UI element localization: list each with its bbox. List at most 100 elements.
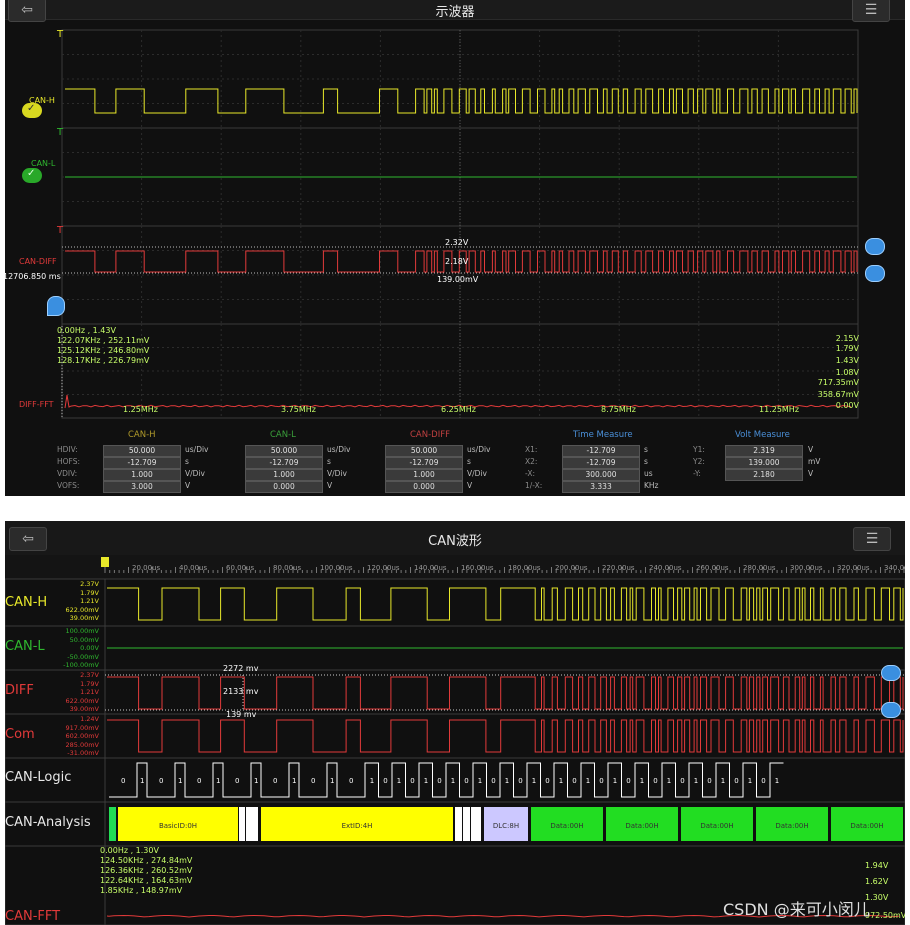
logic-bit-label: 0	[653, 777, 657, 785]
can-h-channel-handle[interactable]: ✓	[22, 103, 42, 118]
time-tick-label: 160.00us	[461, 564, 494, 572]
param-row-label: HDIV:	[57, 445, 78, 454]
logic-bit-label: 0	[545, 777, 549, 785]
analysis-field-label: Data:00H	[850, 822, 883, 830]
param-unit: V	[467, 481, 473, 490]
diff-y2-readout: 2.18V	[445, 257, 469, 266]
com-waveform	[107, 719, 904, 753]
time-measure-value[interactable]: 300.000	[562, 469, 640, 481]
param-value-field[interactable]: 1.000	[103, 469, 181, 481]
row-name-can-analysis: CAN-Analysis	[5, 815, 91, 830]
param-unit: us/Div	[467, 445, 491, 454]
fft-x-tick: 8.75MHz	[601, 405, 636, 414]
time-tick-label: 180.00us	[508, 564, 541, 572]
can-diff-channel-label: CAN-DIFF	[19, 257, 57, 266]
logic-bit-label: 1	[254, 777, 258, 785]
logic-bit-label: 1	[424, 777, 428, 785]
time-tick-label: 280.00us	[743, 564, 776, 572]
time-tick-label: 260.00us	[696, 564, 729, 572]
can-h-waveform	[65, 88, 858, 114]
row-frame	[5, 713, 905, 759]
analysis-field-label: DLC:8H	[493, 822, 519, 830]
logic-bit-label: 1	[694, 777, 698, 785]
param-value-field[interactable]: 1.000	[245, 469, 323, 481]
diff-marker-low: 139 mv	[226, 710, 257, 719]
can-waveform-panel: ⇦ CAN波形 ☰ 010101010101010101010101010101…	[5, 521, 905, 925]
logic-bit-label: 0	[410, 777, 414, 785]
time-measure-value[interactable]: -12.709	[562, 445, 640, 457]
param-value-field[interactable]: 3.000	[103, 481, 181, 493]
volt-measure-value[interactable]: 2.319	[725, 445, 803, 457]
param-value-field[interactable]: -12.709	[103, 457, 181, 469]
logic-bit-label: 1	[775, 777, 779, 785]
analysis-field-5	[455, 807, 462, 841]
time-measure-value[interactable]: -12.709	[562, 457, 640, 469]
logic-bit-label: 0	[680, 777, 684, 785]
time-measure-label: -X:	[525, 469, 535, 478]
x-cursor-handle[interactable]	[47, 296, 65, 316]
time-tick-label: 220.00us	[602, 564, 635, 572]
logic-bit-label: 1	[613, 777, 617, 785]
y2-cursor-handle[interactable]	[881, 702, 901, 718]
param-value-field[interactable]: -12.709	[385, 457, 463, 469]
row-name-can-l: CAN-L	[5, 639, 45, 654]
param-value-field[interactable]: 50.000	[385, 445, 463, 457]
volt-measure-unit: V	[808, 469, 814, 478]
analysis-field-label: Data:00H	[775, 822, 808, 830]
fft-y-tick: 1.08V	[835, 368, 859, 377]
param-value-field[interactable]: 0.000	[385, 481, 463, 493]
logic-bit-label: 1	[559, 777, 563, 785]
y1-cursor-handle[interactable]	[865, 238, 885, 255]
time-measure-label: 1/-X:	[525, 481, 543, 490]
time-tick-label: 120.00us	[367, 564, 400, 572]
analysis-field-2	[239, 807, 245, 841]
time-measure-header: Time Measure	[573, 430, 633, 440]
param-unit: V	[185, 481, 191, 490]
analysis-field-7	[471, 807, 481, 841]
param-value-field[interactable]: 50.000	[103, 445, 181, 457]
logic-bit-label: 1	[370, 777, 374, 785]
param-row-label: VDIV:	[57, 469, 78, 478]
param-value-field[interactable]: 0.000	[245, 481, 323, 493]
param-unit: V/Div	[467, 469, 487, 478]
time-measure-value[interactable]: 3.333	[562, 481, 640, 493]
fft-peak-0: 0.00Hz , 1.30V	[100, 846, 159, 855]
logic-bit-label: 0	[761, 777, 765, 785]
fft-peak-3: 122.64KHz , 164.63mV	[100, 876, 193, 885]
logic-bit-label: 0	[121, 777, 125, 785]
row-y-tick: 1.79V	[80, 679, 99, 688]
volt-measure-value[interactable]: 139.000	[725, 457, 803, 469]
check-icon: ✓	[27, 103, 36, 114]
time-measure-unit: us	[644, 469, 653, 478]
row-name-can-fft: CAN-FFT	[5, 909, 61, 924]
y1-cursor-handle[interactable]	[881, 665, 901, 681]
fft-y-tick: 2.15V	[835, 334, 859, 343]
fft-peak-0: 0.00Hz , 1.43V	[57, 326, 116, 335]
param-value-field[interactable]: -12.709	[245, 457, 323, 469]
param-value-field[interactable]: 50.000	[245, 445, 323, 457]
oscilloscope-panel: ⇦ 示波器 ☰ TTT CAN-H CAN-L CAN-DIFF 12706.8…	[5, 0, 905, 496]
param-unit: s	[467, 457, 471, 466]
fft-peak-1: 124.50KHz , 274.84mV	[100, 856, 193, 865]
logic-bit-label: 0	[707, 777, 711, 785]
volt-measure-label: Y2:	[693, 457, 705, 466]
ruler-cursor-marker	[101, 557, 109, 567]
time-tick-label: 320.00us	[837, 564, 870, 572]
y2-cursor-handle[interactable]	[865, 265, 885, 282]
scope-display[interactable]: T T T	[5, 0, 905, 496]
fft-y-tick: 358.67mV	[817, 390, 859, 399]
fft-peak-1: 122.07KHz , 252.11mV	[57, 336, 150, 345]
logic-bit-label: 1	[178, 777, 182, 785]
can-l-channel-handle[interactable]: ✓	[22, 168, 42, 183]
param-value-field[interactable]: 1.000	[385, 469, 463, 481]
logic-bit-label: 0	[235, 777, 239, 785]
row-y-tick: 39.00mV	[69, 705, 99, 714]
fft-peak-4: 1.85KHz , 148.97mV	[100, 886, 183, 895]
volt-measure-value[interactable]: 2.180	[725, 469, 803, 481]
volt-measure-label: Y1:	[693, 445, 705, 454]
volt-measure-unit: V	[808, 445, 814, 454]
param-unit: V/Div	[185, 469, 205, 478]
can-h-waveform	[107, 587, 904, 621]
diff-y1-readout: 2.32V	[445, 238, 469, 247]
logic-bit-label: 0	[197, 777, 201, 785]
